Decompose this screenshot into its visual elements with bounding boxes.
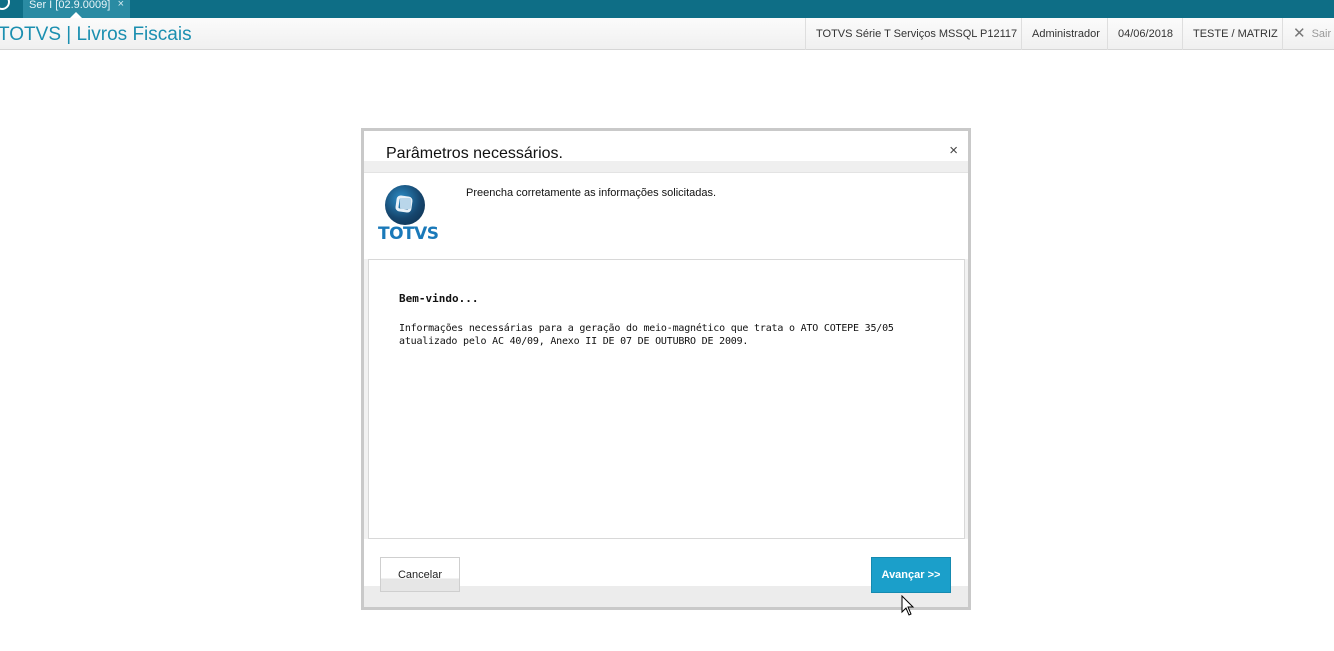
page-title: TOTVS | Livros Fiscais	[0, 24, 192, 45]
dialog-titlebar: Parâmetros necessários. ×	[364, 131, 968, 173]
totvs-logo: TOTVS	[378, 185, 439, 245]
app-header: TOTVS | Livros Fiscais TOTVS Série T Ser…	[0, 18, 1334, 50]
app-logo-icon	[0, 0, 10, 10]
logo-wordmark: TOTVS	[378, 224, 439, 244]
exit-label: Sair	[1311, 28, 1332, 40]
dialog-body: Bem-vindo... Informações necessárias par…	[368, 259, 965, 539]
dialog-header: TOTVS Preencha corretamente as informaçõ…	[364, 173, 968, 259]
logo-mark-inner	[400, 198, 411, 209]
company-info: TESTE / MATRIZ	[1182, 18, 1288, 50]
environment-info: TOTVS Série T Serviços MSSQL P12117	[805, 18, 1027, 50]
dialog-subtitle: Preencha corretamente as informações sol…	[466, 187, 717, 199]
user-info: Administrador	[1021, 18, 1110, 50]
close-icon: ✕	[1293, 25, 1306, 42]
tab-close-icon[interactable]: ×	[118, 0, 124, 10]
cancel-button[interactable]: Cancelar	[380, 557, 460, 592]
tab-label: Ser I [02.9.0009]	[29, 0, 111, 11]
welcome-title: Bem-vindo...	[399, 292, 479, 305]
totvs-globe-icon	[385, 185, 425, 225]
parameters-dialog: Parâmetros necessários. × TOTVS Preencha…	[361, 128, 971, 610]
welcome-text: Informações necessárias para a geração d…	[399, 323, 894, 347]
top-tab-bar: Ser I [02.9.0009] ×	[0, 0, 1334, 18]
date-info: 04/06/2018	[1107, 18, 1183, 50]
dialog-footer: Cancelar Avançar >>	[364, 539, 968, 607]
mouse-cursor-icon	[901, 595, 915, 616]
dialog-close-icon[interactable]: ×	[949, 142, 958, 159]
next-button[interactable]: Avançar >>	[871, 557, 951, 593]
dialog-title: Parâmetros necessários.	[386, 145, 563, 162]
exit-button[interactable]: ✕ Sair	[1282, 18, 1334, 50]
